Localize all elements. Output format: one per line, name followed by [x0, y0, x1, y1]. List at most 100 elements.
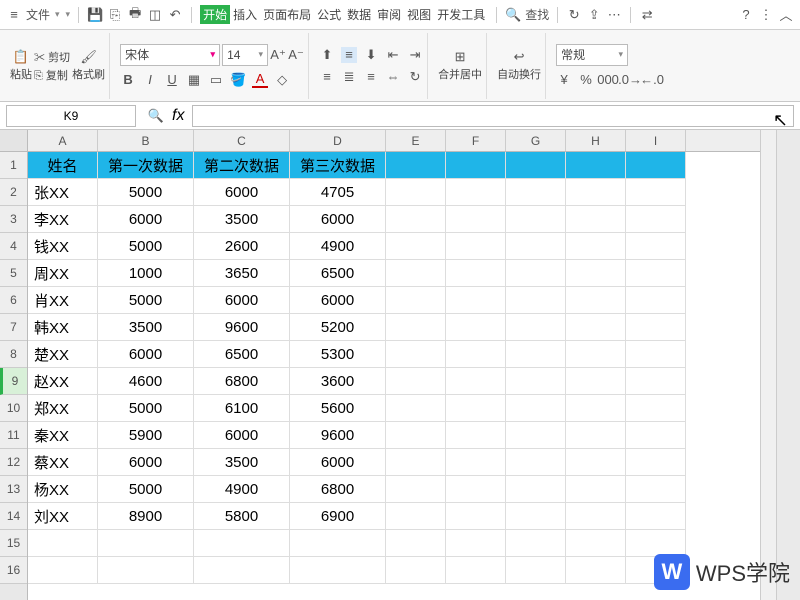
cell[interactable]	[386, 314, 446, 341]
underline-icon[interactable]: U	[164, 72, 180, 88]
more-icon[interactable]: ⋯	[606, 7, 622, 23]
decimal-inc-icon[interactable]: .0→	[622, 72, 638, 88]
cell[interactable]: 第三次数据	[290, 152, 386, 179]
row-header-10[interactable]: 10	[0, 395, 27, 422]
clear-format-icon[interactable]: ◇	[274, 72, 290, 88]
cell[interactable]	[386, 503, 446, 530]
cell[interactable]: 姓名	[28, 152, 98, 179]
cell[interactable]: 赵XX	[28, 368, 98, 395]
row-header-15[interactable]: 15	[0, 530, 27, 557]
cell[interactable]	[446, 179, 506, 206]
cell[interactable]	[446, 368, 506, 395]
cell[interactable]	[386, 395, 446, 422]
font-color-icon[interactable]: A	[252, 72, 268, 88]
cell[interactable]	[446, 476, 506, 503]
col-header-I[interactable]: I	[626, 130, 686, 151]
comma-icon[interactable]: 000	[600, 72, 616, 88]
cell[interactable]	[28, 557, 98, 584]
cell[interactable]	[386, 152, 446, 179]
cell[interactable]	[446, 530, 506, 557]
cell[interactable]: 第二次数据	[194, 152, 290, 179]
tab-formula[interactable]: 公式	[314, 6, 344, 23]
cell[interactable]	[626, 395, 686, 422]
cell[interactable]: 6100	[194, 395, 290, 422]
col-header-G[interactable]: G	[506, 130, 566, 151]
cell[interactable]	[566, 179, 626, 206]
search-label[interactable]: 查找	[525, 6, 549, 23]
tab-start[interactable]: 开始	[200, 5, 230, 24]
cell[interactable]: 6500	[290, 260, 386, 287]
cell[interactable]: 5800	[194, 503, 290, 530]
cell[interactable]	[506, 152, 566, 179]
cell[interactable]	[506, 449, 566, 476]
increase-font-icon[interactable]: A⁺	[270, 47, 286, 63]
fx-zoom-icon[interactable]: 🔍	[148, 108, 164, 124]
cell[interactable]	[566, 422, 626, 449]
cell[interactable]	[566, 503, 626, 530]
align-top-icon[interactable]: ⬆	[319, 47, 335, 63]
indent-dec-icon[interactable]: ⇤	[385, 47, 401, 63]
cell[interactable]	[386, 206, 446, 233]
cell[interactable]: 4900	[194, 476, 290, 503]
tab-insert[interactable]: 插入	[230, 6, 260, 23]
cell[interactable]: 张XX	[28, 179, 98, 206]
cell[interactable]	[446, 206, 506, 233]
cell[interactable]	[386, 341, 446, 368]
cell[interactable]	[386, 287, 446, 314]
cell[interactable]	[386, 233, 446, 260]
cell[interactable]: 6800	[194, 368, 290, 395]
cell[interactable]	[506, 206, 566, 233]
cell[interactable]: 9600	[290, 422, 386, 449]
cell[interactable]	[194, 557, 290, 584]
cell[interactable]: 3500	[194, 449, 290, 476]
search-icon[interactable]: 🔍	[505, 7, 521, 23]
cell[interactable]: 蔡XX	[28, 449, 98, 476]
align-right-icon[interactable]: ≡	[363, 69, 379, 85]
cell[interactable]: 李XX	[28, 206, 98, 233]
cell[interactable]: 5600	[290, 395, 386, 422]
cell[interactable]: 1000	[98, 260, 194, 287]
cell[interactable]	[626, 530, 686, 557]
formula-input[interactable]	[192, 105, 794, 127]
sync-icon[interactable]: ↻	[566, 7, 582, 23]
cell[interactable]	[566, 233, 626, 260]
cell[interactable]	[386, 530, 446, 557]
row-header-3[interactable]: 3	[0, 206, 27, 233]
cell[interactable]	[506, 395, 566, 422]
cell[interactable]: 4900	[290, 233, 386, 260]
cell[interactable]: 5000	[98, 395, 194, 422]
min-icon[interactable]: ⋮	[758, 7, 774, 23]
cell[interactable]: 6500	[194, 341, 290, 368]
cell[interactable]: 肖XX	[28, 287, 98, 314]
cell[interactable]	[566, 476, 626, 503]
cell[interactable]: 6000	[290, 287, 386, 314]
side-panel[interactable]	[776, 130, 800, 600]
cell[interactable]	[290, 557, 386, 584]
cell[interactable]: 5300	[290, 341, 386, 368]
cell[interactable]: 秦XX	[28, 422, 98, 449]
col-header-H[interactable]: H	[566, 130, 626, 151]
cell[interactable]: 5000	[98, 287, 194, 314]
cell[interactable]	[290, 530, 386, 557]
cell[interactable]	[566, 341, 626, 368]
row-header-8[interactable]: 8	[0, 341, 27, 368]
preview-icon[interactable]: ◫	[147, 7, 163, 23]
cell[interactable]	[28, 530, 98, 557]
cell[interactable]: 第一次数据	[98, 152, 194, 179]
wrap-text-button[interactable]: ↩自动换行	[497, 49, 541, 82]
cell[interactable]: 6900	[290, 503, 386, 530]
cell[interactable]	[506, 557, 566, 584]
tab-data[interactable]: 数据	[344, 6, 374, 23]
cell[interactable]: 楚XX	[28, 341, 98, 368]
align-center-icon[interactable]: ≣	[341, 69, 357, 85]
decrease-font-icon[interactable]: A⁻	[288, 47, 304, 63]
cell[interactable]	[506, 314, 566, 341]
currency-icon[interactable]: ¥	[556, 72, 572, 88]
paste-button[interactable]: 📋粘贴	[10, 49, 32, 82]
cell[interactable]: 刘XX	[28, 503, 98, 530]
help-icon[interactable]: ?	[738, 7, 754, 23]
align-left-icon[interactable]: ≡	[319, 69, 335, 85]
cell[interactable]: 5200	[290, 314, 386, 341]
cell[interactable]	[626, 422, 686, 449]
cell[interactable]: 4600	[98, 368, 194, 395]
